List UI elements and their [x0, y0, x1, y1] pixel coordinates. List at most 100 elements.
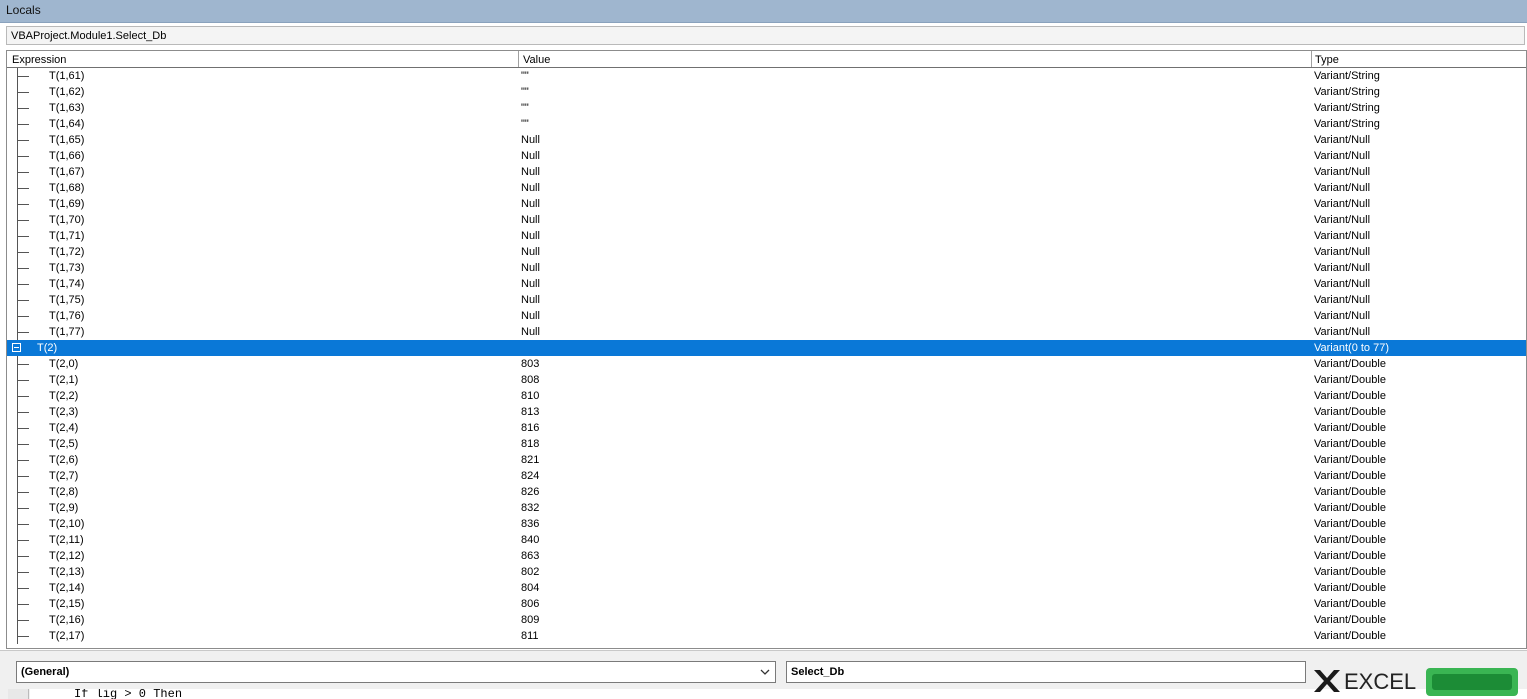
table-row[interactable]: T(1,67) Null Variant/Null: [7, 164, 1526, 180]
row-value: 818: [521, 438, 540, 450]
row-expression: T(1,70): [49, 214, 85, 226]
tree-branch: [17, 268, 29, 269]
row-value: Null: [521, 134, 540, 146]
object-combo[interactable]: (General): [16, 661, 776, 683]
tree-branch: [17, 412, 29, 413]
row-value: "": [521, 118, 529, 130]
table-row[interactable]: T(2,12) 863 Variant/Double: [7, 548, 1526, 564]
tree-branch: [17, 492, 29, 493]
procedure-combo[interactable]: Select_Db: [786, 661, 1306, 683]
row-value: 808: [521, 374, 540, 386]
row-type: Variant/String: [1314, 70, 1380, 82]
table-row[interactable]: T(2,15) 806 Variant/Double: [7, 596, 1526, 612]
row-type: Variant/String: [1314, 102, 1380, 114]
row-value: 811: [521, 630, 539, 642]
table-row[interactable]: T(1,63) "" Variant/String: [7, 100, 1526, 116]
selected-row-t2[interactable]: T(2) Variant(0 to 77): [7, 340, 1526, 356]
table-row[interactable]: T(1,62) "" Variant/String: [7, 84, 1526, 100]
table-row[interactable]: T(1,68) Null Variant/Null: [7, 180, 1526, 196]
row-value: Null: [521, 214, 540, 226]
table-row[interactable]: T(2,16) 809 Variant/Double: [7, 612, 1526, 628]
row-expression: T(2,10): [49, 518, 85, 530]
row-value: "": [521, 102, 529, 114]
column-header-value[interactable]: Value: [523, 52, 550, 67]
table-row[interactable]: T(1,66) Null Variant/Null: [7, 148, 1526, 164]
row-value: 824: [521, 470, 540, 482]
column-header-expression[interactable]: Expression: [12, 52, 66, 67]
row-expression: T(1,72): [49, 246, 85, 258]
table-row[interactable]: T(2,2) 810 Variant/Double: [7, 388, 1526, 404]
row-value: 840: [521, 534, 540, 546]
tree-branch: [17, 124, 29, 125]
column-header-row: Expression Value Type: [7, 51, 1526, 68]
table-row[interactable]: T(2,6) 821 Variant/Double: [7, 452, 1526, 468]
tree-branch: [17, 172, 29, 173]
row-type: Variant/Null: [1314, 230, 1371, 242]
row-type: Variant/Null: [1314, 294, 1371, 306]
tree-branch: [17, 444, 29, 445]
procedure-context-bar[interactable]: VBAProject.Module1.Select_Db: [6, 26, 1525, 45]
table-row[interactable]: T(2,11) 840 Variant/Double: [7, 532, 1526, 548]
table-row[interactable]: T(2,3) 813 Variant/Double: [7, 404, 1526, 420]
table-row[interactable]: T(1,64) "" Variant/String: [7, 116, 1526, 132]
row-expression: T(2,14): [49, 582, 85, 594]
chevron-down-icon[interactable]: [758, 665, 772, 679]
table-row[interactable]: T(2,1) 808 Variant/Double: [7, 372, 1526, 388]
collapse-icon[interactable]: [12, 343, 21, 352]
table-row[interactable]: T(2,14) 804 Variant/Double: [7, 580, 1526, 596]
table-row[interactable]: T(1,72) Null Variant/Null: [7, 244, 1526, 260]
row-value: Null: [521, 262, 540, 274]
table-row[interactable]: T(2,10) 836 Variant/Double: [7, 516, 1526, 532]
row-expression: T(2,3): [49, 406, 79, 418]
table-row[interactable]: T(1,61) "" Variant/String: [7, 68, 1526, 84]
locals-grid[interactable]: Expression Value Type T(1,61) "" Variant/S…: [6, 50, 1527, 649]
row-expression: T(1,73): [49, 262, 85, 274]
tree-branch: [17, 540, 29, 541]
table-row[interactable]: T(1,65) Null Variant/Null: [7, 132, 1526, 148]
tree-branch: [17, 524, 29, 525]
row-expression: T(2,5): [49, 438, 79, 450]
table-row[interactable]: T(1,71) Null Variant/Null: [7, 228, 1526, 244]
table-row[interactable]: T(2,8) 826 Variant/Double: [7, 484, 1526, 500]
row-type: Variant/Double: [1314, 566, 1386, 578]
table-row[interactable]: T(1,70) Null Variant/Null: [7, 212, 1526, 228]
column-resize-handle-type[interactable]: [1311, 51, 1312, 67]
row-value: 863: [521, 550, 540, 562]
tree-branch: [17, 364, 29, 365]
row-value: Null: [521, 230, 540, 242]
table-row[interactable]: T(2,9) 832 Variant/Double: [7, 500, 1526, 516]
column-resize-handle-value[interactable]: [518, 51, 519, 67]
tree-branch: [17, 220, 29, 221]
table-row[interactable]: T(1,76) Null Variant/Null: [7, 308, 1526, 324]
row-expression: T(2,11): [49, 534, 84, 546]
row-type: Variant/Null: [1314, 198, 1371, 210]
table-row[interactable]: T(2,7) 824 Variant/Double: [7, 468, 1526, 484]
table-row[interactable]: T(1,69) Null Variant/Null: [7, 196, 1526, 212]
row-value: 806: [521, 598, 540, 610]
row-expression: T(2,17): [49, 630, 85, 642]
row-type: Variant/Null: [1314, 278, 1371, 290]
table-row[interactable]: T(1,73) Null Variant/Null: [7, 260, 1526, 276]
row-value: "": [521, 70, 529, 82]
row-expression: T(2,8): [49, 486, 79, 498]
row-value: Null: [521, 150, 540, 162]
table-row[interactable]: T(2,4) 816 Variant/Double: [7, 420, 1526, 436]
array-rows-t1: T(1,61) "" Variant/String T(1,62) "" Variant/…: [7, 68, 1526, 340]
table-row[interactable]: T(2,5) 818 Variant/Double: [7, 436, 1526, 452]
column-header-type[interactable]: Type: [1315, 52, 1339, 67]
table-row[interactable]: T(1,75) Null Variant/Null: [7, 292, 1526, 308]
row-expression: T(2,7): [49, 470, 79, 482]
table-row[interactable]: T(2,13) 802 Variant/Double: [7, 564, 1526, 580]
row-type: Variant/Double: [1314, 486, 1386, 498]
tree-branch: [17, 300, 29, 301]
tree-branch: [17, 508, 29, 509]
table-row[interactable]: T(1,74) Null Variant/Null: [7, 276, 1526, 292]
table-row[interactable]: T(1,77) Null Variant/Null: [7, 324, 1526, 340]
row-type: Variant/Double: [1314, 374, 1386, 386]
locals-window-titlebar[interactable]: Locals: [0, 0, 1527, 23]
tree-branch: [17, 380, 29, 381]
table-row[interactable]: T(2,0) 803 Variant/Double: [7, 356, 1526, 372]
table-row[interactable]: T(2,17) 811 Variant/Double: [7, 628, 1526, 644]
tree-branch: [17, 332, 29, 333]
row-value: Null: [521, 278, 540, 290]
